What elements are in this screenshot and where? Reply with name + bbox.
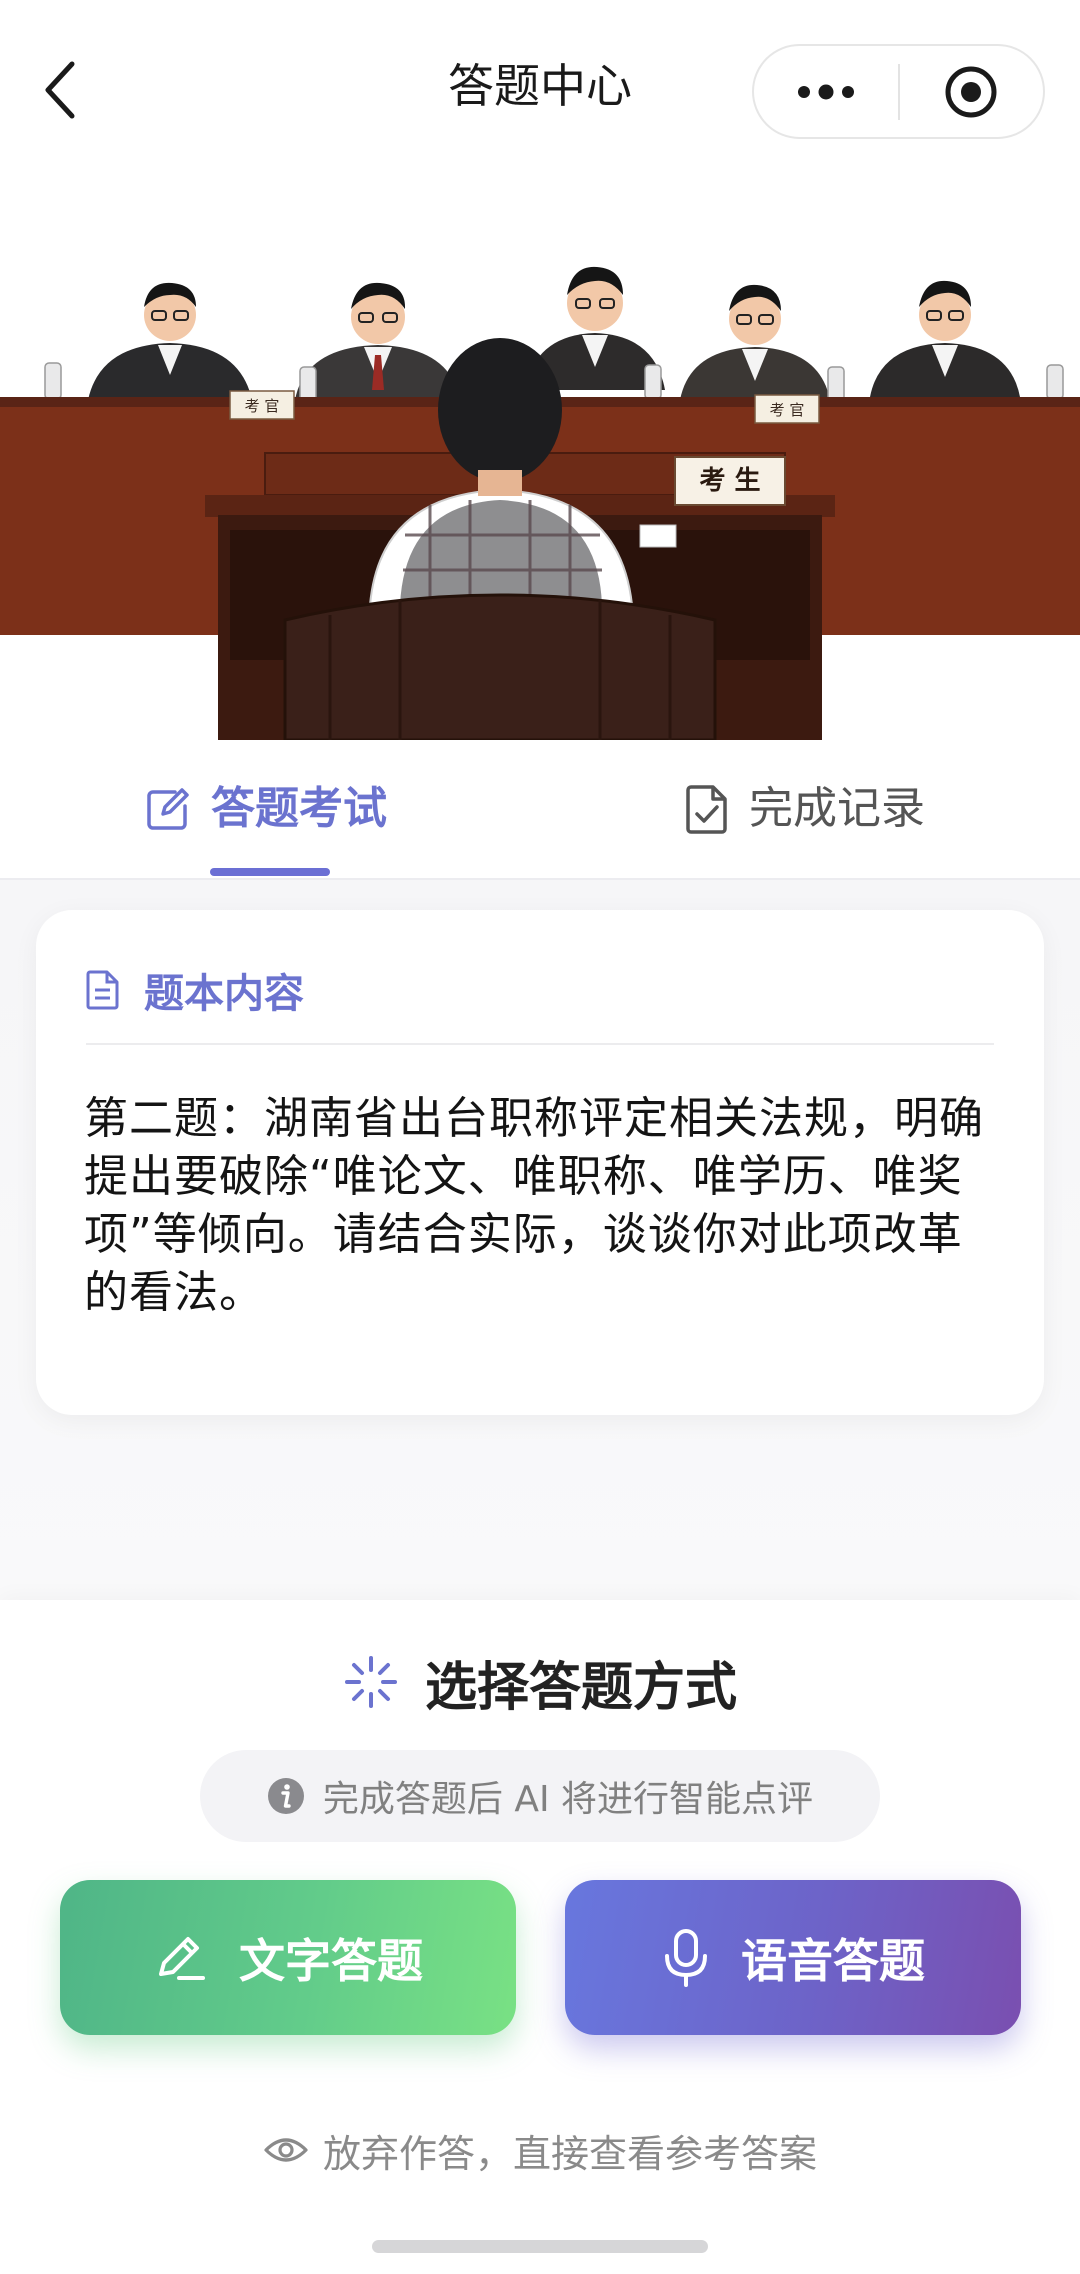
answer-mode-title: 选择答题方式 — [424, 1657, 737, 1718]
mini-program-capsule — [752, 44, 1045, 139]
view-reference-answer-text: 放弃作答，直接查看参考答案 — [322, 2131, 817, 2176]
doc-check-icon — [686, 785, 727, 834]
edit-icon — [147, 788, 189, 830]
document-icon — [86, 970, 119, 1010]
tab-answer-exam[interactable]: 答题考试 — [145, 740, 387, 878]
microphone-icon — [665, 1928, 707, 1987]
examiner-nameplate-left: 考 官 — [245, 397, 280, 415]
more-dots-icon — [797, 84, 854, 99]
answer-center-page: 答题中心 考 官 考 官 考 生 答题考试 完成记录 题本内容 第二题：湖南省出… — [0, 0, 1080, 2274]
view-reference-answer-link[interactable]: 放弃作答，直接查看参考答案 — [0, 2115, 1080, 2185]
target-circle-icon — [945, 66, 997, 117]
voice-answer-button-label: 语音答题 — [741, 1933, 925, 1988]
more-button[interactable] — [754, 46, 898, 137]
navigation-bar: 答题中心 — [0, 0, 1080, 175]
close-miniprogram-button[interactable] — [900, 46, 1044, 137]
home-indicator — [372, 2240, 708, 2253]
question-card: 题本内容 第二题：湖南省出台职称评定相关法规，明确提出要破除“唯论文、唯职称、唯… — [36, 910, 1044, 1415]
tab-completed-records-label: 完成记录 — [749, 783, 925, 834]
question-text: 第二题：湖南省出台职称评定相关法规，明确提出要破除“唯论文、唯职称、唯学历、唯奖… — [84, 1093, 984, 1318]
active-tab-indicator — [210, 868, 330, 876]
ai-review-hint-text: 完成答题后 AI 将进行智能点评 — [322, 1779, 814, 1820]
text-answer-button[interactable]: 文字答题 — [60, 1880, 516, 2035]
ai-review-hint: 完成答题后 AI 将进行智能点评 — [200, 1750, 880, 1842]
sparkle-icon — [344, 1656, 397, 1708]
exam-interview-illustration: 考 官 考 官 考 生 — [0, 175, 1080, 740]
question-card-title: 题本内容 — [144, 971, 304, 1017]
info-icon — [267, 1778, 304, 1814]
text-answer-button-label: 文字答题 — [239, 1933, 423, 1988]
tab-bar: 答题考试 完成记录 — [0, 740, 1080, 880]
tab-completed-records[interactable]: 完成记录 — [685, 740, 925, 878]
tab-answer-exam-label: 答题考试 — [211, 783, 387, 834]
examiner-nameplate-right: 考 官 — [770, 401, 805, 419]
answer-mode-header: 选择答题方式 — [0, 1642, 1080, 1722]
exam-illustration: 考 官 考 官 考 生 — [0, 175, 1080, 740]
answer-mode-sheet: 选择答题方式 完成答题后 AI 将进行智能点评 文字答题 语音答题 放弃作答，直… — [0, 1600, 1080, 2274]
candidate-nameplate: 考 生 — [699, 466, 760, 496]
question-card-header: 题本内容 — [86, 950, 304, 1030]
card-divider — [86, 1043, 994, 1045]
voice-answer-button[interactable]: 语音答题 — [565, 1880, 1021, 2035]
eye-icon — [264, 2138, 308, 2162]
pen-icon — [159, 1936, 205, 1980]
